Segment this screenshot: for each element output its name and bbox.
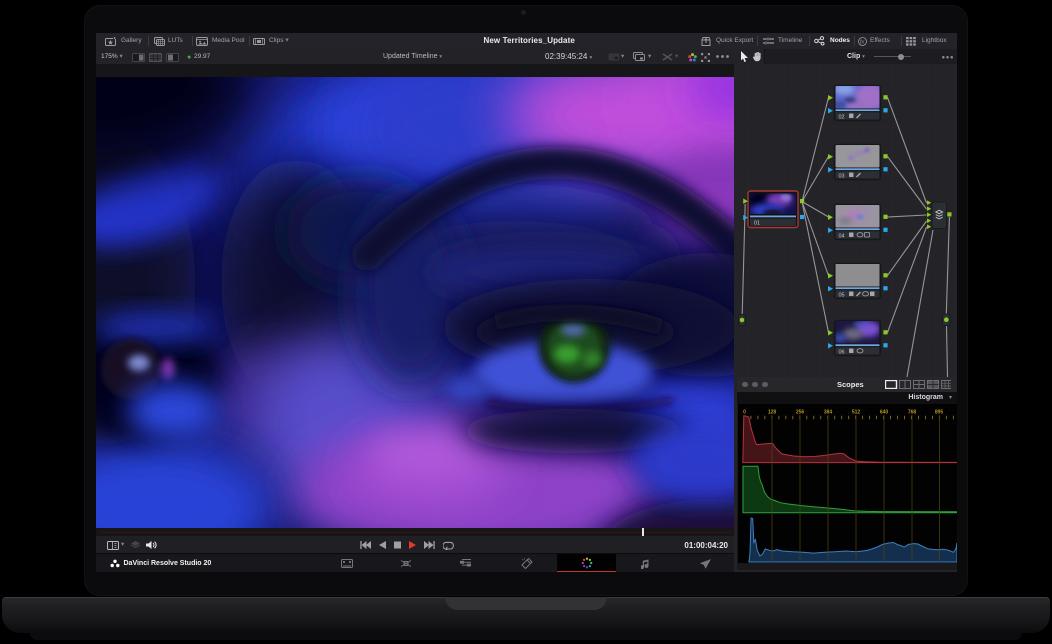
svg-text:03: 03 xyxy=(839,173,845,179)
svg-text:0: 0 xyxy=(743,410,746,416)
svg-text:895: 895 xyxy=(934,410,943,416)
svg-text:01: 01 xyxy=(754,221,760,227)
svg-text:05: 05 xyxy=(839,292,845,298)
svg-text:128: 128 xyxy=(767,410,776,416)
svg-text:06: 06 xyxy=(839,349,845,355)
svg-text:384: 384 xyxy=(823,410,832,416)
svg-text:256: 256 xyxy=(795,410,804,416)
svg-text:04: 04 xyxy=(839,233,845,239)
svg-text:fx: fx xyxy=(860,39,864,45)
svg-text:512: 512 xyxy=(851,410,860,416)
svg-text:02: 02 xyxy=(839,114,845,120)
svg-text:768: 768 xyxy=(907,410,916,416)
svg-text:640: 640 xyxy=(879,410,888,416)
